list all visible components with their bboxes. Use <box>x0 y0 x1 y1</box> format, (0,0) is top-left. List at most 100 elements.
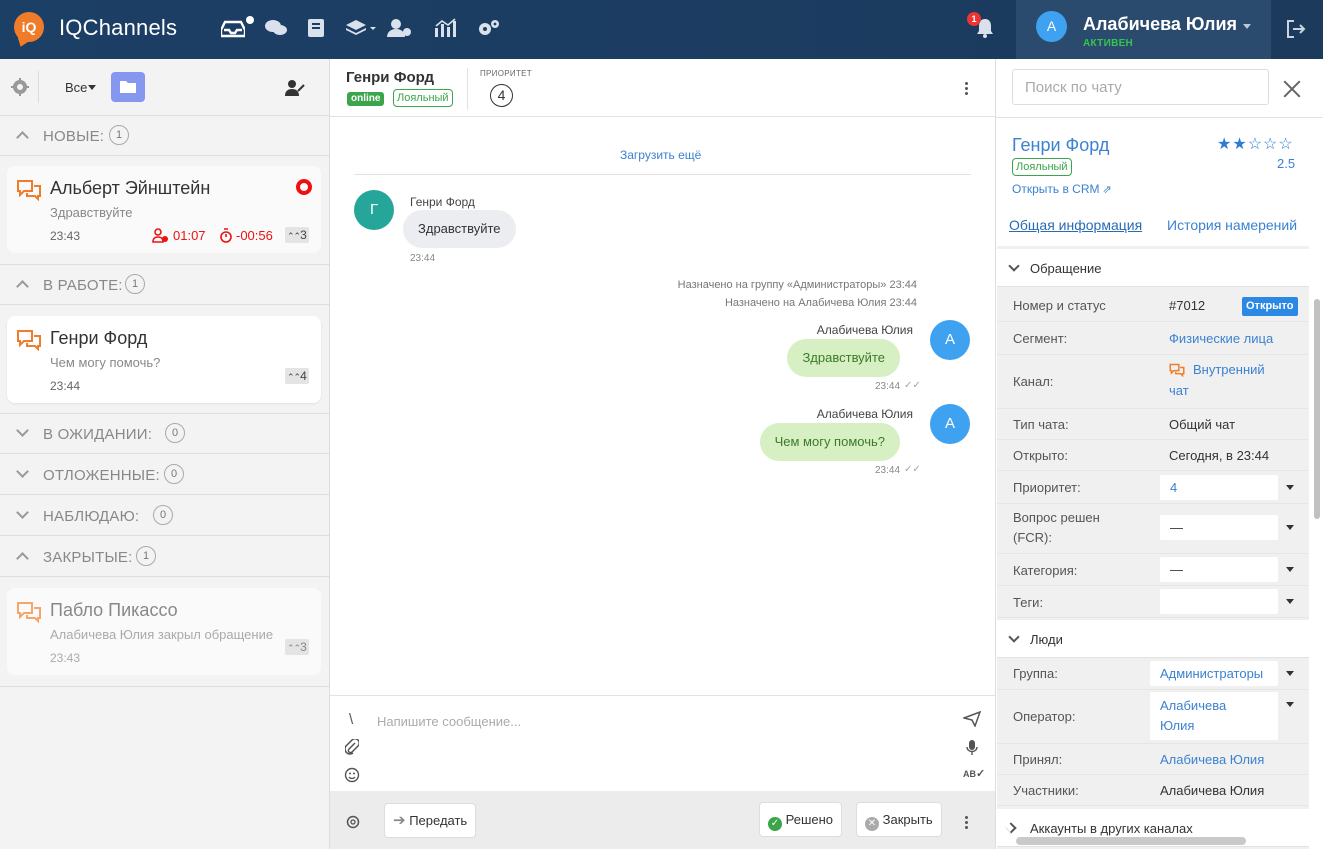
message-author: Генри Форд <box>410 195 475 209</box>
section-watching[interactable]: НАБЛЮДАЮ: 0 <box>0 496 329 536</box>
microphone-icon[interactable] <box>966 739 978 760</box>
section-count: 1 <box>125 274 145 294</box>
section-label: В РАБОТЕ: <box>43 277 123 294</box>
assign-user-icon[interactable] <box>285 79 305 100</box>
tab-general-info[interactable]: Общая информация <box>1009 217 1142 233</box>
analytics-icon[interactable] <box>433 18 457 42</box>
chat-bubbles-icon <box>1169 363 1185 377</box>
chat-search-input[interactable] <box>1012 69 1269 105</box>
chat-actions-bar: ➔ Передать ✓ Решено ✕ Закрыть <box>330 791 995 849</box>
new-indicator-dot <box>246 16 254 24</box>
close-icon[interactable] <box>1283 80 1301 98</box>
transfer-button[interactable]: ➔ Передать <box>384 803 477 838</box>
gear-icon[interactable] <box>11 78 29 99</box>
layers-menu-icon[interactable] <box>345 18 379 42</box>
row-operator: Оператор: Алабичева Юлия <box>997 690 1309 744</box>
more-vertical-icon[interactable] <box>965 82 969 97</box>
message-time: 23:44 <box>875 381 901 392</box>
divider <box>0 686 329 687</box>
top-bar: iQ IQChannels 1 A Алабичева Юлия АКТИВЕН <box>0 0 1323 59</box>
avatar: Г <box>354 190 394 230</box>
resolved-button[interactable]: ✓ Решено <box>759 802 843 837</box>
people-accordion-header[interactable]: Люди <box>997 620 1309 658</box>
section-postponed[interactable]: ОТЛОЖЕННЫЕ: 0 <box>0 455 329 495</box>
section-count: 0 <box>153 505 173 525</box>
message-bubble: Здравствуйте <box>787 339 900 377</box>
section-count: 0 <box>165 423 185 443</box>
load-more-link[interactable]: Загрузить ещё <box>620 148 701 162</box>
avatar: A <box>930 404 970 444</box>
row-participants: Участники: Алабичева Юлия <box>997 775 1309 806</box>
filter-dropdown[interactable]: Все <box>65 80 97 95</box>
message-author: Алабичева Юлия <box>816 407 913 421</box>
row-segment: Сегмент: Физические лица <box>997 322 1309 355</box>
caret-down-icon <box>1286 567 1294 572</box>
users-settings-icon[interactable] <box>387 18 413 42</box>
inbox-icon[interactable] <box>219 18 247 42</box>
details-panel: Генри Форд Лояльный ★★☆☆☆ 2.5 Открыть в … <box>995 59 1323 849</box>
row-number-status: Номер и статус #7012 Открыто <box>997 289 1309 322</box>
chat-list-item-active[interactable]: Генри Форд Чем могу помочь? 23:44 ⌃⌃4 <box>7 316 321 403</box>
divider <box>354 174 971 175</box>
chat-bubbles-icon <box>17 180 41 201</box>
message-input[interactable]: Напишите сообщение... <box>377 714 521 729</box>
chat-list-item[interactable]: Пабло Пикассо Алабичева Юлия закрыл обра… <box>7 588 321 675</box>
caret-down-icon <box>1286 525 1294 530</box>
open-crm-link[interactable]: Открыть в CRM ⇗ <box>1012 182 1112 196</box>
user-avatar: A <box>1036 11 1067 42</box>
tab-intent-history[interactable]: История намерений <box>1167 217 1297 233</box>
section-label: НАБЛЮДАЮ: <box>43 508 140 525</box>
details-scroll-area: Обращение Номер и статус #7012 Открыто С… <box>997 246 1309 849</box>
row-priority: Приоритет: 4 <box>997 471 1309 504</box>
paperclip-icon[interactable] <box>344 738 360 759</box>
appeal-accordion-header[interactable]: Обращение <box>997 249 1309 287</box>
user-wait-icon <box>152 228 168 243</box>
emoji-icon[interactable] <box>344 767 360 787</box>
priority-select[interactable]: 4 <box>1160 475 1278 500</box>
close-chat-button[interactable]: ✕ Закрыть <box>856 802 942 837</box>
row-channel: Канал: Внутренний чат <box>997 355 1309 409</box>
unread-indicator <box>296 179 312 195</box>
chat-snippet: Здравствуйте <box>50 205 133 220</box>
user-menu[interactable]: A Алабичева Юлия АКТИВЕН <box>1016 0 1271 59</box>
section-in-work[interactable]: В РАБОТЕ: 1 <box>0 265 329 305</box>
tags-select[interactable] <box>1160 589 1278 614</box>
chat-contact-name[interactable]: Генри Форд <box>346 69 434 86</box>
horizontal-scrollbar[interactable] <box>1016 837 1246 845</box>
vertical-scrollbar[interactable] <box>1314 299 1320 519</box>
contacts-book-icon[interactable] <box>306 18 326 42</box>
category-select[interactable]: — <box>1160 557 1278 582</box>
system-note: Назначено на Алабичева Юлия 23:44 <box>724 297 917 309</box>
chat-panel: Генри Форд online Лояльный ПРИОРИТЕТ 4 З… <box>330 59 995 849</box>
caret-down-icon <box>1286 485 1294 490</box>
online-badge: online <box>347 92 385 106</box>
slash-commands-icon[interactable]: \ <box>349 711 353 728</box>
chats-icon[interactable] <box>263 18 289 42</box>
logout-icon[interactable] <box>1285 19 1307 42</box>
message-bubble: Здравствуйте <box>403 210 516 248</box>
spellcheck-icon[interactable]: AB✓ <box>963 767 985 780</box>
chat-bubbles-icon <box>17 330 41 351</box>
settings-gears-icon[interactable] <box>477 18 501 42</box>
send-icon[interactable] <box>961 710 982 731</box>
appeal-number: #7012 <box>1169 298 1206 313</box>
operator-select[interactable]: Алабичева Юлия <box>1150 692 1278 740</box>
segment-value[interactable]: Физические лица <box>1169 329 1273 349</box>
group-select[interactable]: Администраторы <box>1150 661 1278 686</box>
message-author: Алабичева Юлия <box>816 323 913 337</box>
more-vertical-icon[interactable] <box>965 816 969 831</box>
gear-icon[interactable] <box>346 815 360 832</box>
section-closed[interactable]: ЗАКРЫТЫЕ: 1 <box>0 537 329 577</box>
chat-snippet: Алабичева Юлия закрыл обращение <box>50 627 274 642</box>
section-count: 0 <box>164 464 184 484</box>
section-waiting[interactable]: В ОЖИДАНИИ: 0 <box>0 414 329 454</box>
folder-button[interactable] <box>111 72 145 102</box>
priority-badge: ⌃⌃4 <box>285 368 309 384</box>
close-circle-icon: ✕ <box>865 817 879 831</box>
fcr-select[interactable]: — <box>1160 515 1278 540</box>
chat-list-item[interactable]: Альберт Эйнштейн Здравствуйте 23:43 01:0… <box>7 166 321 253</box>
priority-value[interactable]: 4 <box>490 84 513 107</box>
chat-list-toolbar: Все <box>0 59 329 116</box>
section-new[interactable]: НОВЫЕ: 1 <box>0 116 329 156</box>
client-name[interactable]: Генри Форд <box>1012 135 1109 156</box>
